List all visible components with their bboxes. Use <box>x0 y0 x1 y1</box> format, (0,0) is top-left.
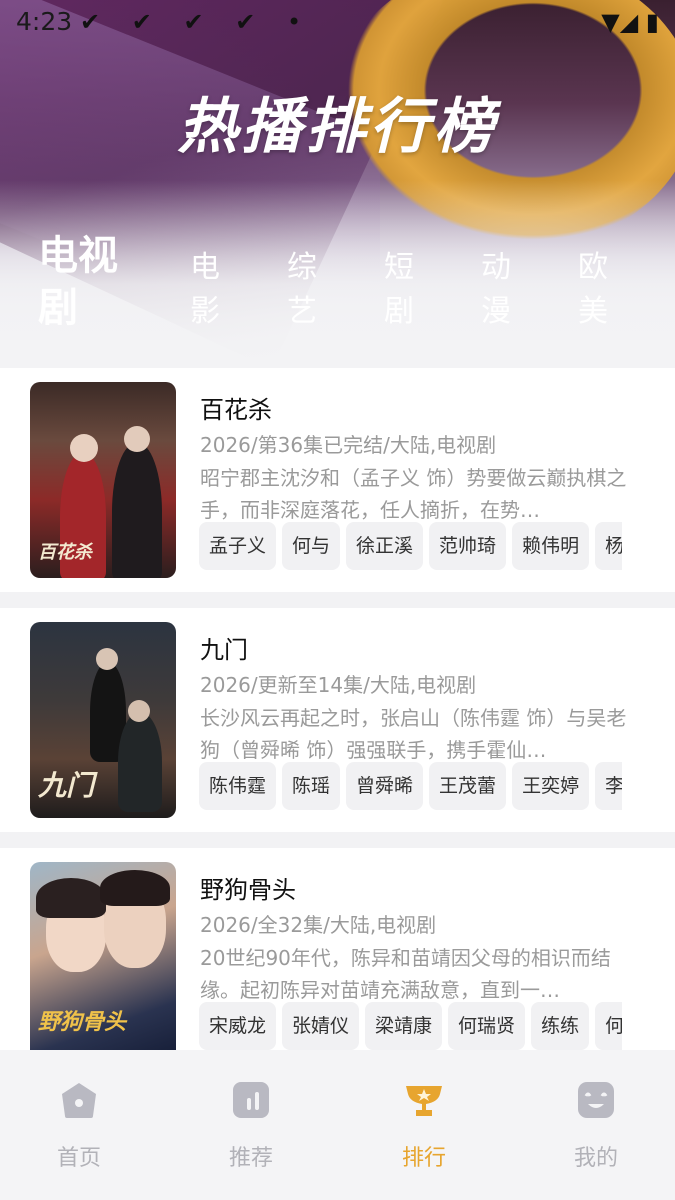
list-item[interactable]: 九门 九门 2026/更新至14集/大陆,电视剧 长沙风云再起之时，张启山（陈伟… <box>0 608 675 832</box>
cast-tag[interactable]: 陈伟霆 <box>199 762 277 810</box>
nav-mine[interactable]: 我的 <box>536 1080 656 1172</box>
chart-icon <box>231 1080 271 1120</box>
cast-tag[interactable]: 何与 <box>282 522 341 570</box>
signal-battery-icon: ▼◢ ▮ <box>601 8 659 36</box>
nav-label: 首页 <box>56 1146 101 1171</box>
item-meta: 2026/第36集已完结/大陆,电视剧 <box>200 433 497 457</box>
nav-label: 排行 <box>401 1146 446 1171</box>
tab-western[interactable]: 欧美 <box>578 246 633 334</box>
item-title[interactable]: 百花杀 <box>200 390 272 425</box>
item-meta: 2026/更新至14集/大陆,电视剧 <box>200 673 477 697</box>
cast-tag[interactable]: 范帅琦 <box>429 522 507 570</box>
cast-tag[interactable]: 宋威龙 <box>199 1002 277 1050</box>
cast-tags: 陈伟霆 陈瑶 曾舜晞 王茂蕾 王奕婷李 <box>199 762 622 810</box>
list-item[interactable]: 野狗骨头 野狗骨头 2026/全32集/大陆,电视剧 20世纪90年代，陈异和苗… <box>0 848 675 1050</box>
trophy-icon <box>404 1080 444 1120</box>
bottom-nav: 首页 推荐 排行 我的 <box>0 1050 675 1200</box>
list-item[interactable]: 百花杀 百花杀 2026/第36集已完结/大陆,电视剧 昭宁郡主沈汐和（孟子义 … <box>0 368 675 592</box>
cast-tag[interactable]: 陈瑶 <box>282 762 341 810</box>
item-description: 昭宁郡主沈汐和（孟子义 饰）势要做云巅执棋之手，而非深庭落花，任人摘折，在势… <box>200 466 627 522</box>
tab-anime[interactable]: 动漫 <box>481 246 536 334</box>
cast-tag[interactable]: 王奕婷 <box>512 762 590 810</box>
category-tabs: 电视剧 电影 综艺 短剧 动漫 欧美 <box>38 233 675 334</box>
poster-title: 野狗骨头 <box>38 1010 127 1035</box>
poster-title: 九门 <box>38 769 95 802</box>
item-title[interactable]: 九门 <box>200 630 248 665</box>
cast-tags: 孟子义 何与 徐正溪 范帅琦 赖伟明杨 <box>199 522 622 570</box>
cast-tag[interactable]: 李 <box>595 762 622 810</box>
face-icon <box>576 1080 616 1120</box>
page-title: 热播排行榜 <box>177 92 498 162</box>
home-icon <box>59 1080 99 1120</box>
nav-home[interactable]: 首页 <box>19 1080 139 1172</box>
poster-image[interactable]: 野狗骨头 <box>30 862 176 1050</box>
notification-icons: ✔ ✔ ✔ ✔ • <box>80 8 314 36</box>
poster-image[interactable]: 百花杀 <box>30 382 176 578</box>
status-bar: 4:23 ✔ ✔ ✔ ✔ • ▼◢ ▮ <box>0 0 675 46</box>
poster-title: 百花杀 <box>38 542 92 563</box>
cast-tag[interactable]: 张婧仪 <box>282 1002 360 1050</box>
poster-image[interactable]: 九门 <box>30 622 176 818</box>
cast-tag[interactable]: 孟子义 <box>199 522 277 570</box>
item-description: 长沙风云再起之时，张启山（陈伟霆 饰）与吴老狗（曾舜晞 饰）强强联手，携手霍仙… <box>200 706 627 762</box>
item-title[interactable]: 野狗骨头 <box>200 870 296 905</box>
nav-label: 我的 <box>573 1146 618 1171</box>
cast-tag[interactable]: 曾舜晞 <box>346 762 424 810</box>
cast-tag[interactable]: 赖伟明 <box>512 522 590 570</box>
cast-tag[interactable]: 何明翰 <box>595 1002 622 1050</box>
cast-tag[interactable]: 练练 <box>531 1002 590 1050</box>
cast-tag[interactable]: 徐正溪 <box>346 522 424 570</box>
status-time: 4:23 <box>16 7 73 36</box>
cast-tag[interactable]: 杨 <box>595 522 622 570</box>
tab-short[interactable]: 短剧 <box>384 246 439 334</box>
cast-tag[interactable]: 王茂蕾 <box>429 762 507 810</box>
item-meta: 2026/全32集/大陆,电视剧 <box>200 913 437 937</box>
nav-recommend[interactable]: 推荐 <box>191 1080 311 1172</box>
tab-tv[interactable]: 电视剧 <box>38 230 148 334</box>
tab-movie[interactable]: 电影 <box>190 246 245 334</box>
cast-tag[interactable]: 梁靖康 <box>365 1002 443 1050</box>
cast-tag[interactable]: 何瑞贤 <box>448 1002 526 1050</box>
tab-variety[interactable]: 综艺 <box>287 246 342 334</box>
item-description: 20世纪90年代，陈异和苗靖因父母的相识而结缘。起初陈异对苗靖充满敌意，直到一… <box>200 946 611 1002</box>
cast-tags: 宋威龙张婧仪梁靖康何瑞贤练练何明翰 <box>199 1002 622 1050</box>
header-banner: 4:23 ✔ ✔ ✔ ✔ • ▼◢ ▮ 热播排行榜 电视剧 电影 综艺 短剧 动… <box>0 0 675 368</box>
nav-ranking[interactable]: 排行 <box>364 1080 484 1172</box>
nav-label: 推荐 <box>228 1146 273 1171</box>
